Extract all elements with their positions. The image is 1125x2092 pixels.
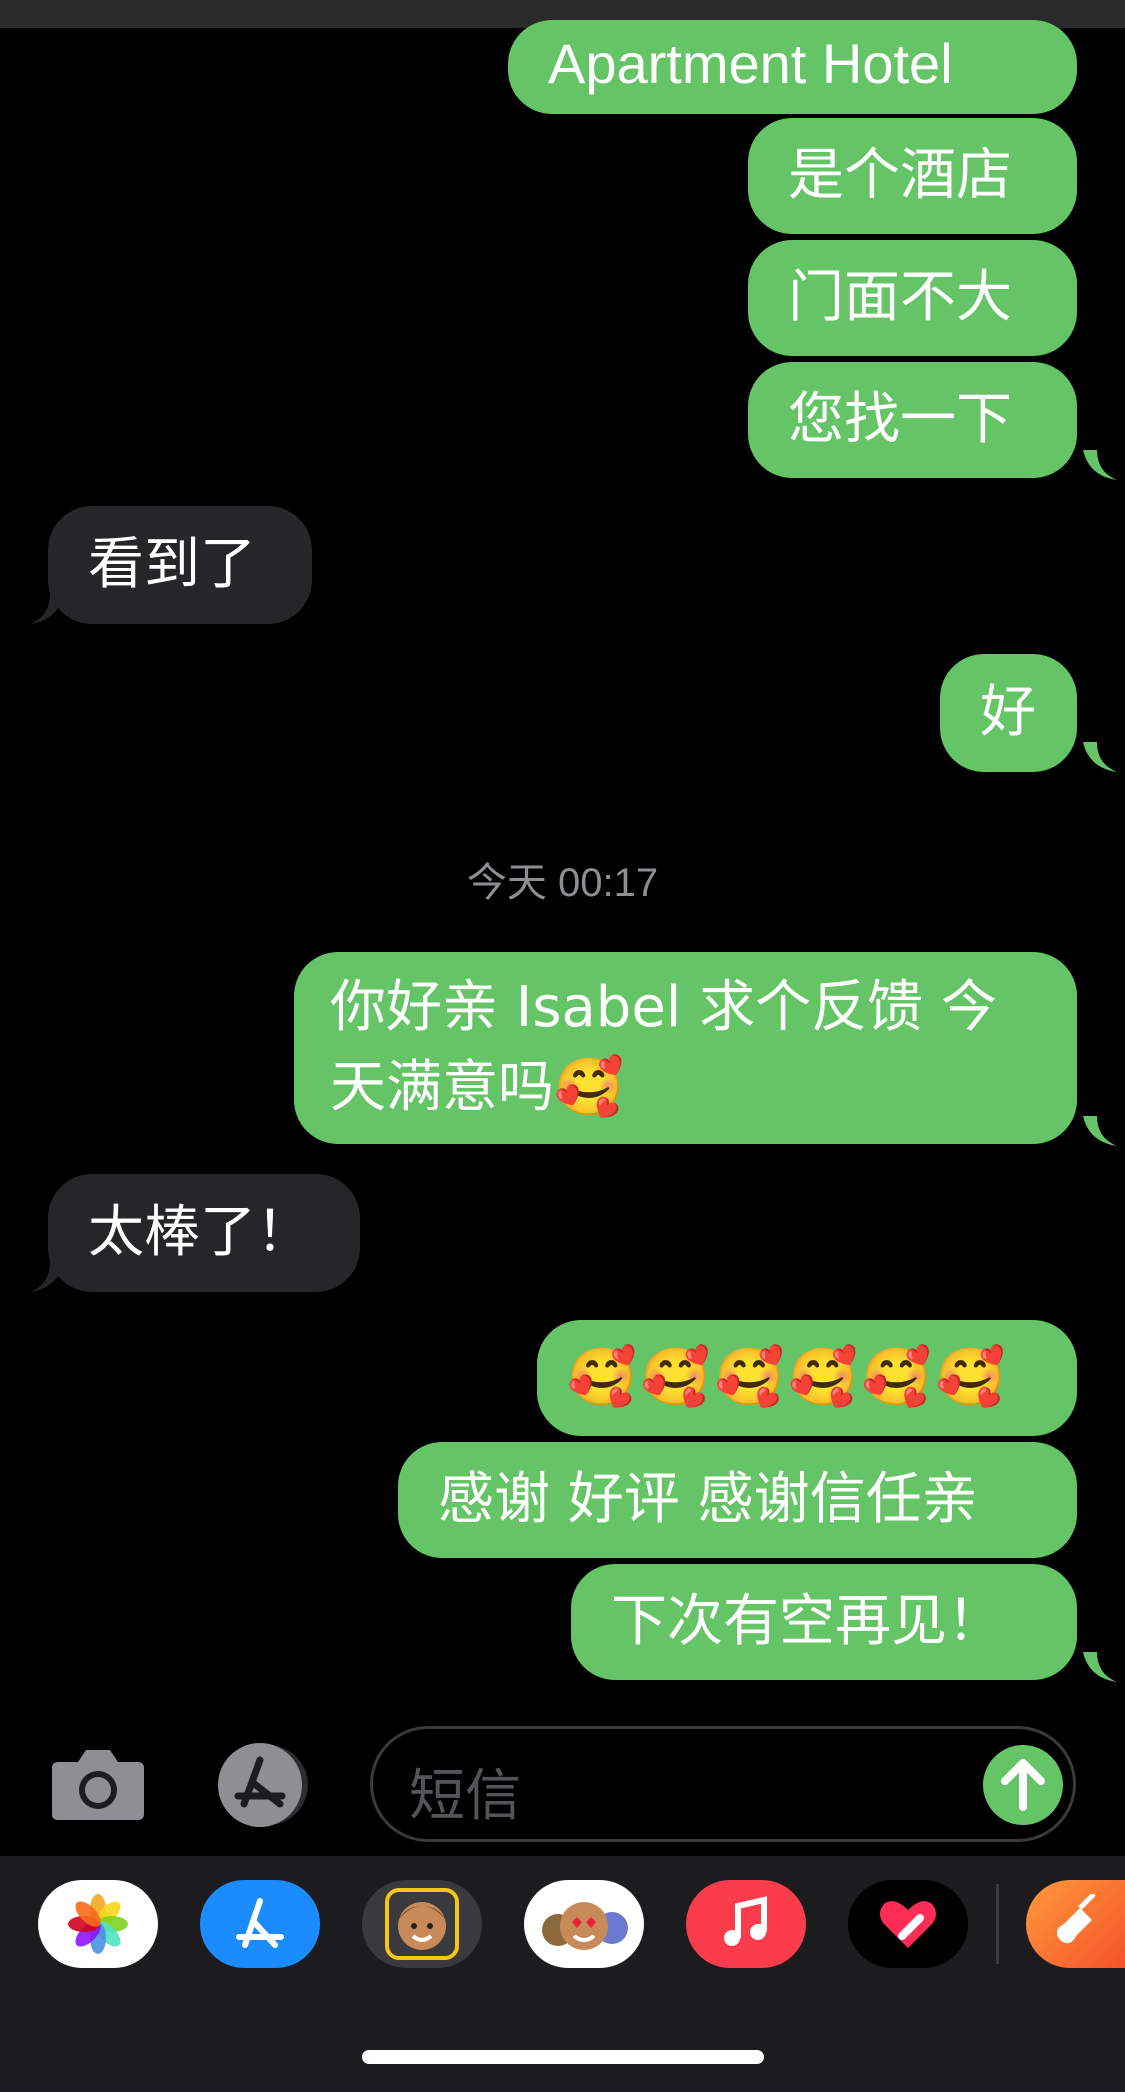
bubble-tail xyxy=(30,594,64,624)
message-text: 感谢 好评 感谢信任亲 xyxy=(438,1467,978,1532)
garageband-app-button[interactable] xyxy=(1026,1880,1125,1968)
app-store-icon[interactable] xyxy=(208,1742,320,1828)
message-text: Apartment Hotel xyxy=(548,32,953,95)
message-sent[interactable]: 你好亲 Isabel 求个反馈 今天满意吗🥰 xyxy=(294,952,1077,1144)
tray-divider xyxy=(996,1884,999,1964)
message-text: 太棒了！ xyxy=(88,1200,312,1265)
garageband-icon xyxy=(1056,1894,1096,1944)
digital-touch-app-button[interactable] xyxy=(848,1880,968,1968)
photos-app-button[interactable] xyxy=(38,1880,158,1968)
bubble-tail xyxy=(1083,1116,1117,1146)
message-sent[interactable]: 门面不大 xyxy=(748,240,1077,356)
photos-icon xyxy=(68,1894,128,1954)
message-sent[interactable]: 下次有空再见！ xyxy=(571,1564,1077,1680)
send-button[interactable] xyxy=(983,1745,1063,1825)
message-input-placeholder: 短信 xyxy=(409,1764,521,1829)
message-text: 下次有空再见！ xyxy=(611,1589,1003,1654)
message-text: 您找一下 xyxy=(788,387,1012,452)
message-sent[interactable]: 感谢 好评 感谢信任亲 xyxy=(398,1442,1077,1558)
memoji-app-button[interactable] xyxy=(362,1880,482,1968)
message-text: 看到了 xyxy=(88,532,256,597)
music-app-button[interactable] xyxy=(686,1880,806,1968)
message-sent[interactable]: 好 xyxy=(940,654,1077,772)
message-sent[interactable]: 您找一下 xyxy=(748,362,1077,478)
digital-touch-icon xyxy=(880,1901,936,1948)
message-text: 门面不大 xyxy=(788,265,1012,330)
message-input[interactable]: 短信 xyxy=(370,1726,1076,1842)
message-text: 🥰🥰🥰🥰🥰🥰 xyxy=(567,1345,1010,1410)
camera-icon[interactable] xyxy=(50,1746,146,1822)
message-text: 是个酒店 xyxy=(788,143,1012,208)
app-store-icon xyxy=(236,1898,284,1948)
bubble-tail xyxy=(1083,742,1117,772)
message-sent[interactable]: Apartment Hotel xyxy=(508,20,1077,114)
arrow-up-icon xyxy=(1001,1759,1045,1811)
bubble-tail xyxy=(30,1262,64,1292)
message-text: 你好亲 Isabel 求个反馈 今天满意吗🥰 xyxy=(330,975,997,1120)
message-received[interactable]: 看到了 xyxy=(48,506,312,624)
message-text: 好 xyxy=(980,680,1036,745)
bubble-tail xyxy=(1083,1652,1117,1682)
animoji-stickers-app-button[interactable] xyxy=(524,1880,644,1968)
message-sent[interactable]: 🥰🥰🥰🥰🥰🥰 xyxy=(537,1320,1077,1436)
message-received[interactable]: 太棒了！ xyxy=(48,1174,360,1292)
music-icon xyxy=(724,1896,767,1946)
message-sent[interactable]: 是个酒店 xyxy=(748,118,1077,234)
home-indicator[interactable] xyxy=(362,2050,764,2064)
bubble-tail xyxy=(1083,450,1117,480)
animoji-stickers-icon xyxy=(542,1902,628,1950)
memoji-icon xyxy=(385,1888,459,1960)
conversation-timestamp: 今天 00:17 xyxy=(466,861,659,905)
app-store-app-button[interactable] xyxy=(200,1880,320,1968)
